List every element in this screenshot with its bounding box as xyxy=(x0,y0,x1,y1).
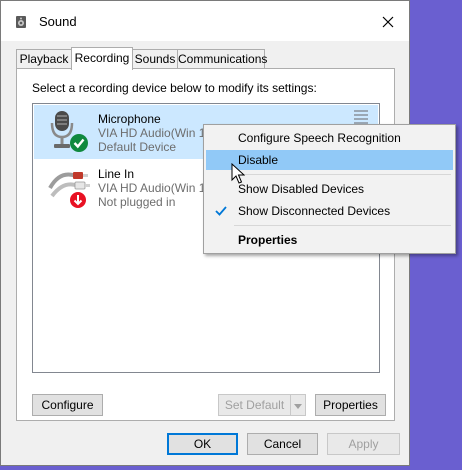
close-icon xyxy=(382,16,394,28)
tab-playback[interactable]: Playback xyxy=(16,49,72,68)
configure-button[interactable]: Configure xyxy=(32,394,103,416)
menu-item-label: Configure Speech Recognition xyxy=(238,131,401,145)
menu-item-label: Show Disconnected Devices xyxy=(238,204,391,218)
title-bar: Sound xyxy=(1,1,409,41)
menu-item-show-disconnected[interactable]: Show Disconnected Devices xyxy=(206,201,453,221)
device-status: Not plugged in xyxy=(98,195,176,209)
cancel-button[interactable]: Cancel xyxy=(247,433,318,455)
close-button[interactable] xyxy=(373,7,403,37)
tab-communications[interactable]: Communications xyxy=(177,49,267,68)
properties-button[interactable]: Properties xyxy=(315,394,386,416)
tab-sounds[interactable]: Sounds xyxy=(132,49,178,68)
tab-recording[interactable]: Recording xyxy=(71,47,133,70)
device-driver: VIA HD Audio(Win 10 xyxy=(98,126,213,140)
device-status: Default Device xyxy=(98,140,177,154)
menu-separator xyxy=(234,174,451,175)
chevron-down-icon xyxy=(294,404,302,409)
line-in-cable-icon xyxy=(48,172,90,208)
apply-button[interactable]: Apply xyxy=(327,433,400,455)
menu-item-label: Properties xyxy=(238,233,298,247)
mouse-cursor-icon xyxy=(231,163,245,184)
instruction-text: Select a recording device below to modif… xyxy=(32,81,317,95)
device-name: Microphone xyxy=(98,112,161,126)
menu-separator xyxy=(234,225,451,226)
device-name: Line In xyxy=(98,167,135,181)
set-default-dropdown[interactable] xyxy=(290,394,306,416)
microphone-icon xyxy=(50,111,88,152)
menu-item-properties[interactable]: Properties xyxy=(206,230,453,250)
ok-button[interactable]: OK xyxy=(167,433,238,455)
context-menu: Configure Speech Recognition Disable Sho… xyxy=(203,124,456,254)
menu-item-configure-speech[interactable]: Configure Speech Recognition xyxy=(206,128,453,148)
set-default-button[interactable]: Set Default xyxy=(218,394,291,416)
speaker-icon xyxy=(16,16,26,28)
menu-item-label: Show Disabled Devices xyxy=(238,182,365,196)
checkmark-icon xyxy=(215,206,227,216)
device-driver: VIA HD Audio(Win 10 xyxy=(98,181,213,195)
window-title: Sound xyxy=(39,14,77,29)
